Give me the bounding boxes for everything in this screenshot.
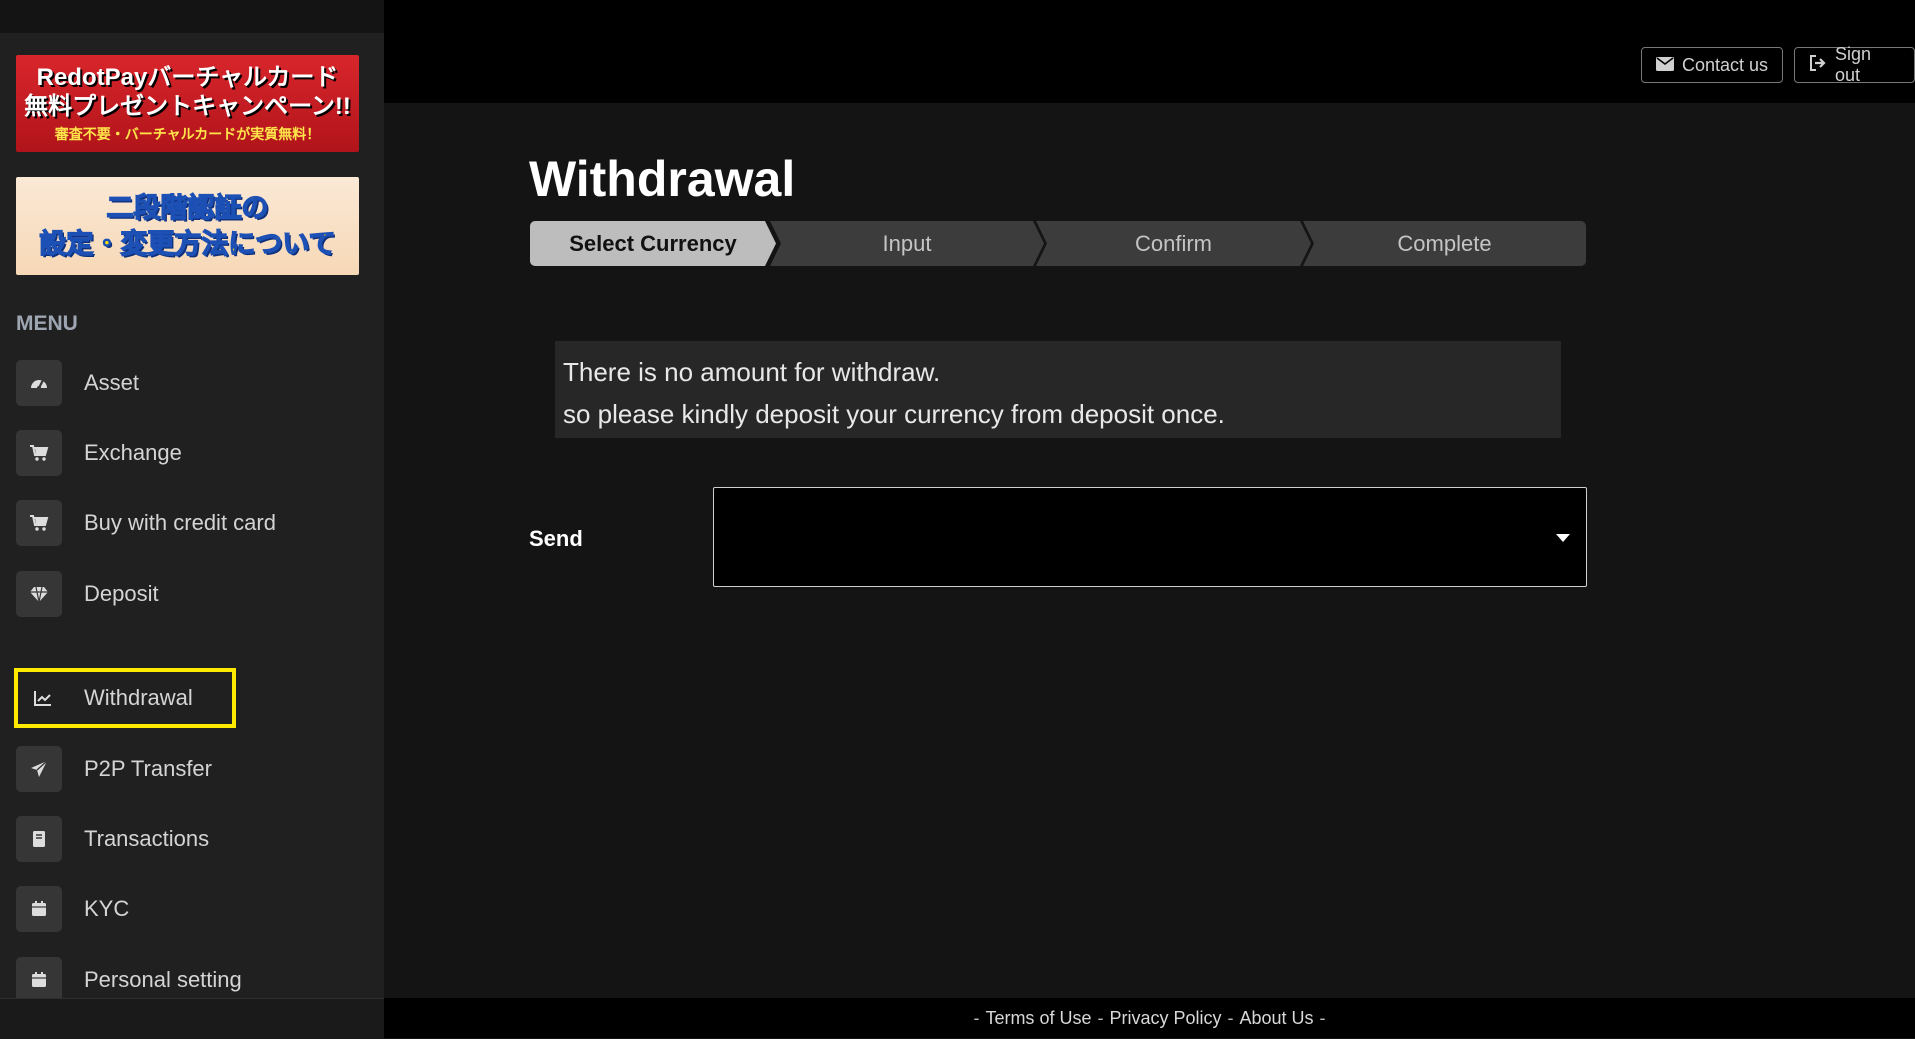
redotpay-campaign-banner[interactable]: RedotPayバーチャルカード 無料プレゼントキャンペーン!! 審査不要・バー… — [16, 55, 359, 152]
banner-line: 設定・変更方法について — [39, 228, 337, 259]
contact-us-label: Contact us — [1682, 54, 1769, 75]
no-amount-notice: There is no amount for withdraw. so plea… — [555, 341, 1561, 438]
send-currency-select[interactable] — [713, 487, 1587, 587]
sidebar-item-label: Withdrawal — [84, 685, 193, 710]
paper-plane-icon — [16, 746, 62, 792]
envelope-icon — [1656, 55, 1674, 76]
sidebar-item-label: P2P Transfer — [84, 756, 212, 781]
cart-icon — [16, 500, 62, 546]
calendar-icon — [16, 957, 62, 1003]
banner-line: RedotPayバーチャルカード — [36, 64, 339, 91]
banner-line: 無料プレゼントキャンペーン!! — [24, 93, 351, 120]
caret-down-icon — [1556, 534, 1570, 542]
step-input: Input — [770, 221, 1044, 266]
sidebar-item-label: KYC — [84, 896, 130, 921]
sidebar-item-exchange[interactable]: Exchange — [16, 430, 346, 476]
step-complete: Complete — [1303, 221, 1586, 266]
about-us-link[interactable]: About Us — [1240, 1008, 1314, 1029]
sidebar-item-label: Buy with credit card — [84, 510, 276, 535]
contact-us-button[interactable]: Contact us — [1641, 47, 1784, 83]
sidebar-item-personal-setting[interactable]: Personal setting — [16, 957, 346, 1003]
sidebar-item-label: Transactions — [84, 826, 210, 851]
dashboard-icon — [16, 360, 62, 406]
calendar-icon — [16, 886, 62, 932]
footer-separator: - — [1227, 1007, 1234, 1028]
notice-line: There is no amount for withdraw. — [563, 357, 941, 387]
sign-out-icon — [1809, 54, 1827, 76]
cart-icon — [16, 430, 62, 476]
step-confirm: Confirm — [1036, 221, 1311, 266]
footer-separator: - — [1097, 1007, 1104, 1028]
sidebar-item-buy-with-credit-card[interactable]: Buy with credit card — [16, 500, 346, 546]
diamond-icon — [16, 571, 62, 617]
sidebar-item-kyc[interactable]: KYC — [16, 886, 346, 932]
sidebar-item-label: Personal setting — [84, 967, 242, 992]
page-title: Withdrawal — [529, 151, 796, 207]
send-label: Send — [529, 526, 583, 551]
sidebar: RedotPayバーチャルカード 無料プレゼントキャンペーン!! 審査不要・バー… — [0, 33, 384, 1003]
sidebar-item-label: Deposit — [84, 581, 159, 606]
banner-line: 審査不要・バーチャルカードが実質無料！ — [54, 126, 321, 142]
sidebar-item-transactions[interactable]: Transactions — [16, 816, 346, 862]
sidebar-item-deposit[interactable]: Deposit — [16, 571, 346, 617]
sidebar-item-p2p-transfer[interactable]: P2P Transfer — [16, 746, 346, 792]
menu-title: MENU — [16, 312, 78, 335]
sidebar-item-withdrawal[interactable]: Withdrawal — [14, 668, 236, 728]
chart-icon — [20, 675, 66, 721]
sidebar-item-asset[interactable]: Asset — [16, 360, 346, 406]
sidebar-item-label: Asset — [84, 370, 140, 395]
sign-out-label: Sign out — [1835, 44, 1872, 85]
notice-line: so please kindly deposit your currency f… — [563, 399, 1225, 429]
two-factor-banner[interactable]: 二段階認証の 設定・変更方法について — [16, 177, 359, 275]
footer: - Terms of Use - Privacy Policy - About … — [384, 998, 1915, 1038]
step-progress: Select Currency Input Confirm Complete — [530, 221, 1586, 266]
sign-out-button[interactable]: Sign out — [1794, 44, 1915, 85]
terms-of-use-link[interactable]: Terms of Use — [985, 1008, 1091, 1029]
footer-separator: - — [1319, 1007, 1326, 1028]
sidebar-footer — [0, 998, 384, 1039]
step-select-currency: Select Currency — [530, 221, 776, 266]
book-icon — [16, 816, 62, 862]
footer-separator: - — [973, 1007, 980, 1028]
banner-line: 二段階認証の — [106, 192, 269, 223]
sidebar-item-label: Exchange — [84, 440, 182, 465]
privacy-policy-link[interactable]: Privacy Policy — [1109, 1008, 1221, 1029]
